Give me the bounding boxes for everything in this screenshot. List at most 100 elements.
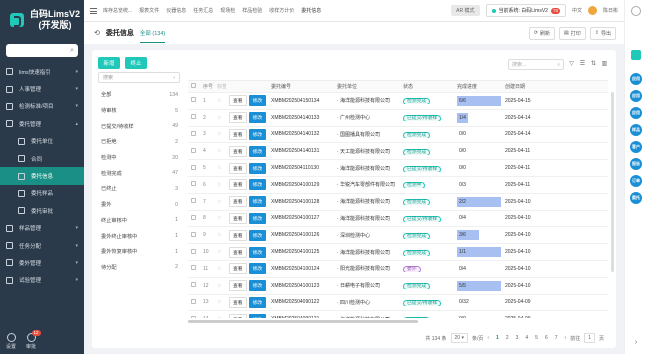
view-button[interactable]: 查看 bbox=[229, 128, 247, 140]
edit-button[interactable]: 修改 bbox=[248, 145, 267, 157]
avatar[interactable] bbox=[587, 6, 597, 15]
view-button[interactable]: 查看 bbox=[229, 280, 247, 292]
table-row[interactable]: 1 ☆ 查看 修改 XMBM202504150134 · 海洋能源科技有限公司 检测完成 6/… bbox=[188, 93, 608, 110]
star-icon[interactable]: ☆ bbox=[214, 316, 226, 318]
star-icon[interactable]: ☆ bbox=[214, 131, 226, 137]
row-checkbox[interactable] bbox=[191, 315, 196, 318]
row-checkbox[interactable] bbox=[191, 198, 196, 204]
system-selector[interactable]: 当前系统: 白码LimsV2 78 bbox=[485, 4, 566, 17]
entrust-code[interactable]: XMBM202504140132 bbox=[268, 131, 334, 137]
filter-icon[interactable]: ▽ bbox=[568, 61, 575, 68]
sidebar-item[interactable]: 试验管理 ▾ bbox=[0, 272, 84, 289]
top-tab[interactable]: 样品检验 bbox=[242, 7, 262, 14]
edit-button[interactable]: 修改 bbox=[248, 246, 267, 258]
star-icon[interactable]: ☆ bbox=[214, 215, 226, 221]
sort-icon[interactable]: ⇅ bbox=[590, 61, 597, 68]
help-icon[interactable] bbox=[631, 6, 641, 16]
sidebar-item[interactable]: 任务分配 ▾ bbox=[0, 237, 84, 254]
star-icon[interactable]: ☆ bbox=[214, 249, 226, 255]
new-button[interactable]: 新增 bbox=[98, 57, 120, 69]
view-button[interactable]: 查看 bbox=[229, 212, 247, 224]
entrust-code[interactable]: XMBM202504100128 bbox=[268, 199, 334, 205]
entrust-code[interactable]: XMBM202504100123 bbox=[268, 283, 334, 289]
entrust-code[interactable]: XMBM202504100127 bbox=[268, 215, 334, 221]
star-icon[interactable]: ☆ bbox=[214, 98, 226, 104]
row-checkbox[interactable] bbox=[191, 130, 196, 136]
edit-button[interactable]: 修改 bbox=[248, 313, 267, 318]
view-button[interactable]: 查看 bbox=[229, 95, 247, 107]
table-row[interactable]: 10 ☆ 查看 修改 XMBM202504100125 · 海洋能源科技有限公司 检测完成 1… bbox=[188, 244, 608, 261]
edit-button[interactable]: 修改 bbox=[248, 162, 267, 174]
entrust-code[interactable]: XMBM202504100125 bbox=[268, 249, 334, 255]
table-row[interactable]: 11 ☆ 查看 修改 XMBM202504100124 · 阳光能源科技有限公司 委外 0/4… bbox=[188, 261, 608, 278]
sidebar-item[interactable]: 样品管理 ▾ bbox=[0, 220, 84, 237]
sidebar-item[interactable]: 委托管理 ▴ bbox=[0, 115, 84, 132]
view-button[interactable]: 查看 bbox=[229, 296, 247, 308]
row-checkbox[interactable] bbox=[191, 231, 196, 237]
view-button[interactable]: 查看 bbox=[229, 162, 247, 174]
columns-icon[interactable]: ☰ bbox=[579, 61, 586, 68]
table-search-input[interactable]: 搜索... ⌕ bbox=[508, 59, 564, 70]
entrust-code[interactable]: XMBM202504100129 bbox=[268, 182, 334, 188]
star-icon[interactable]: ☆ bbox=[214, 165, 226, 171]
sidebar-item[interactable]: 委托样品 bbox=[0, 185, 84, 202]
prev-page-icon[interactable]: ‹ bbox=[487, 335, 489, 341]
rail-shortcut[interactable]: 应用 bbox=[630, 107, 642, 119]
page-number[interactable]: 6 bbox=[542, 334, 551, 342]
edit-button[interactable]: 修改 bbox=[248, 212, 267, 224]
app-logo[interactable]: 白码LimsV2 (开发版) bbox=[0, 0, 84, 40]
top-tab[interactable]: 收样方计价 bbox=[269, 7, 294, 14]
tab-all[interactable]: 全部 (134) bbox=[139, 24, 166, 43]
approval-button[interactable]: 12 审批 bbox=[26, 329, 41, 350]
view-button[interactable]: 查看 bbox=[229, 145, 247, 157]
refresh-button[interactable]: ⟳ 刷新 bbox=[528, 26, 556, 40]
sidebar-item[interactable]: 合同 bbox=[0, 150, 84, 167]
sidebar-item[interactable]: 人事管理 ▾ bbox=[0, 80, 84, 97]
edit-button[interactable]: 修改 bbox=[248, 229, 267, 241]
view-button[interactable]: 查看 bbox=[229, 313, 247, 318]
sidebar-item[interactable]: lims快速指引 ▾ bbox=[0, 63, 84, 80]
rail-shortcut[interactable]: 订单 bbox=[630, 175, 642, 187]
star-icon[interactable]: ☆ bbox=[214, 299, 226, 305]
top-tab[interactable]: 现场检 bbox=[220, 7, 235, 14]
entrust-code[interactable]: XMBM202504100124 bbox=[268, 266, 334, 272]
header-status[interactable]: 状态 bbox=[400, 83, 454, 90]
sidebar-search[interactable]: ⌕ bbox=[6, 44, 78, 57]
rail-shortcut[interactable]: 样品 bbox=[630, 124, 642, 136]
table-row[interactable]: 2 ☆ 查看 修改 XMBM202504140133 · 广州检测中心 已提交/待收样 1/4… bbox=[188, 110, 608, 127]
filter-item[interactable]: 检测完成 47 bbox=[98, 165, 180, 181]
rail-shortcut[interactable]: 委托 bbox=[630, 192, 642, 204]
row-checkbox[interactable] bbox=[191, 164, 196, 170]
export-button[interactable]: ⇪ 导出 bbox=[589, 26, 616, 40]
star-icon[interactable]: ☆ bbox=[214, 199, 226, 205]
rail-shortcut[interactable]: 报告 bbox=[630, 158, 642, 170]
view-button[interactable]: 查看 bbox=[229, 246, 247, 258]
page-number[interactable]: 1 bbox=[493, 334, 502, 342]
view-button[interactable]: 查看 bbox=[229, 196, 247, 208]
entrust-code[interactable]: XMBM202504140131 bbox=[268, 148, 334, 154]
row-checkbox[interactable] bbox=[191, 181, 196, 187]
entrust-code[interactable]: XMBM202504110130 bbox=[268, 165, 334, 171]
horizontal-scrollbar[interactable] bbox=[188, 320, 418, 323]
sidebar-item[interactable]: 委托单位 bbox=[0, 133, 84, 150]
filter-item[interactable]: 全部 134 bbox=[98, 87, 180, 103]
top-tab[interactable]: 库存总览统... bbox=[103, 7, 132, 14]
filter-item[interactable]: 委外 0 bbox=[98, 197, 180, 213]
edit-button[interactable]: 修改 bbox=[248, 112, 267, 124]
rail-shortcut[interactable]: 应用 bbox=[630, 90, 642, 102]
table-row[interactable]: 3 ☆ 查看 修改 XMBM202504140132 · 国图播具有限公司 检测完成 0/0 2… bbox=[188, 127, 608, 144]
table-row[interactable]: 8 ☆ 查看 修改 XMBM202504100127 · 海洋能源科技有限公司 已提交/待收… bbox=[188, 211, 608, 228]
star-icon[interactable]: ☆ bbox=[214, 115, 226, 121]
header-date[interactable]: 创建日期 bbox=[502, 83, 544, 90]
filter-item[interactable]: 终止审核中 1 bbox=[98, 213, 180, 229]
row-checkbox[interactable] bbox=[191, 97, 196, 103]
row-checkbox[interactable] bbox=[191, 248, 196, 254]
filter-item[interactable]: 检测中 20 bbox=[98, 150, 180, 166]
sidebar-item[interactable]: 委托信息 bbox=[0, 167, 84, 185]
row-checkbox[interactable] bbox=[191, 282, 196, 288]
page-number[interactable]: 7 bbox=[552, 334, 561, 342]
app-shortcut-icon[interactable] bbox=[631, 50, 641, 60]
filter-item[interactable]: 待审核 5 bbox=[98, 103, 180, 119]
page-number[interactable]: 3 bbox=[513, 334, 522, 342]
top-tab[interactable]: 报表文件 bbox=[139, 7, 159, 14]
